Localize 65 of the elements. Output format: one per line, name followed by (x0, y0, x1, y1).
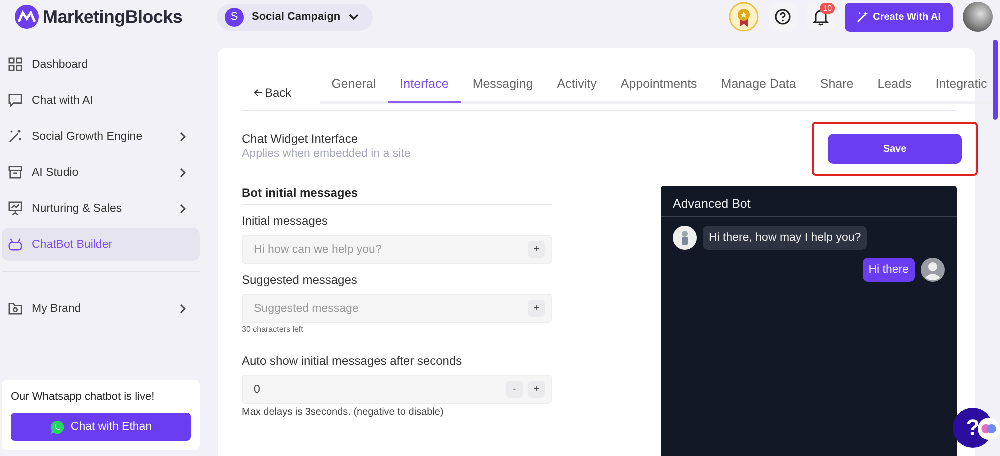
tab[interactable]: Integratic (924, 69, 1000, 103)
stepper-button[interactable]: - (506, 381, 523, 398)
sidebar-item[interactable]: Dashboard (2, 48, 200, 81)
chevron-right-icon (180, 304, 186, 314)
field-label: Initial messages (242, 214, 330, 228)
sidebar-icon (8, 237, 23, 252)
sidebar-icon (8, 93, 23, 108)
sidebar-item[interactable]: Social Growth Engine (2, 120, 200, 153)
chevron-right-icon (180, 204, 186, 214)
scrollbar-thumb[interactable] (993, 40, 998, 120)
tab[interactable]: Interface (388, 69, 461, 103)
chevron-down-icon (348, 14, 359, 20)
whatsapp-icon (50, 420, 65, 434)
chevron-right-icon (180, 132, 186, 142)
brain-icon[interactable] (978, 418, 1000, 440)
back-link[interactable]: Back (242, 82, 302, 104)
sidebar-item[interactable]: My Brand (2, 292, 200, 325)
tab[interactable]: Appointments (608, 69, 710, 103)
arrow-left-icon (254, 89, 263, 97)
sidebar-icon (8, 57, 23, 72)
field-label: Suggested messages (242, 273, 358, 287)
logo-icon (15, 5, 39, 29)
input-field[interactable]: Hi how can we help you? + (242, 235, 552, 264)
input-field[interactable]: Suggested message + (242, 294, 552, 323)
sidebar-icon (8, 129, 23, 144)
help-icon (775, 9, 792, 25)
promo-text: Our Whatsapp chatbot is live! (11, 391, 156, 403)
sidebar-item[interactable]: Chat with AI (2, 84, 200, 117)
add-button[interactable]: + (528, 300, 545, 317)
user-avatar[interactable] (963, 2, 993, 32)
sidebar-item[interactable]: Nurturing & Sales (2, 192, 200, 225)
tab[interactable]: Leads (866, 69, 924, 103)
tab[interactable]: Messaging (460, 69, 546, 103)
tab[interactable]: Share (808, 69, 866, 103)
field-hint: 30 characters left (242, 325, 304, 334)
section-title: Chat Widget Interface (242, 132, 360, 146)
stepper-button[interactable]: + (528, 381, 545, 398)
tab[interactable]: Manage Data (709, 69, 808, 103)
chevron-right-icon (180, 168, 186, 178)
tab[interactable]: Activity (545, 69, 609, 103)
notification-count: 10 (820, 3, 836, 14)
medal-icon[interactable] (729, 2, 760, 32)
field-label: Auto show initial messages after seconds (242, 354, 464, 368)
create-with-ai-button[interactable]: Create With AI (845, 2, 953, 32)
brand-name: MarketingBlocks (43, 6, 183, 28)
chat-message: Hi there, how may I help you? (703, 226, 868, 250)
group-title: Bot initial messages (242, 186, 360, 200)
sidebar-icon (8, 301, 23, 316)
chat-with-ethan-button[interactable]: Chat with Ethan (11, 413, 191, 441)
add-button[interactable]: + (528, 241, 545, 258)
user-avatar-icon (921, 258, 945, 282)
magic-wand-icon (857, 11, 870, 23)
field-hint: Max delays is 3seconds. (negative to disable) (242, 407, 445, 418)
tab[interactable]: General (320, 69, 388, 103)
sidebar-item[interactable]: AI Studio (2, 156, 200, 189)
section-subtitle: Applies when embedded in a site (242, 148, 412, 160)
input-field[interactable]: 0 - + (242, 375, 552, 404)
chat-message: Hi there (862, 258, 915, 282)
campaign-selector[interactable]: S Social Campaign (217, 4, 373, 30)
sidebar-icon (8, 201, 23, 216)
sidebar-icon (8, 165, 23, 180)
sidebar-item[interactable]: ChatBot Builder (2, 228, 200, 261)
bot-avatar-icon (673, 226, 697, 250)
save-button[interactable]: Save (828, 134, 962, 164)
chat-preview-title: Advanced Bot (661, 186, 957, 217)
